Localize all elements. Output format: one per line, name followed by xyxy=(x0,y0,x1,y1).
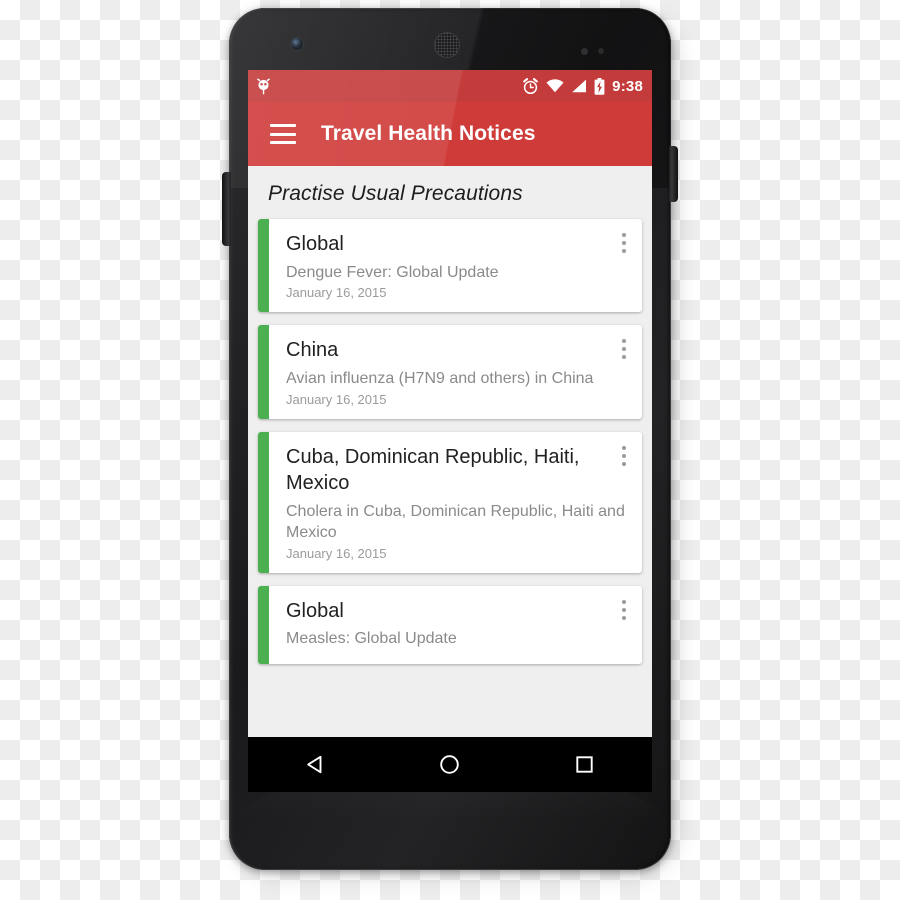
status-bar-clock: 9:38 xyxy=(612,77,643,95)
front-camera-icon xyxy=(291,38,303,50)
battery-charging-icon xyxy=(594,77,605,95)
overflow-menu-icon[interactable] xyxy=(616,599,632,621)
status-bar-system-icons: 9:38 xyxy=(522,77,643,95)
app-bar-title: Travel Health Notices xyxy=(321,122,536,145)
status-bar-notifications xyxy=(256,78,271,95)
notice-date: January 16, 2015 xyxy=(286,545,387,561)
risk-level-accent-bar xyxy=(258,585,269,664)
risk-level-accent-bar xyxy=(258,325,269,419)
risk-level-accent-bar xyxy=(258,219,269,313)
cellular-signal-icon xyxy=(572,79,587,93)
section-header: Practise Usual Precautions xyxy=(268,182,523,205)
notice-location: Global xyxy=(286,233,344,255)
notice-card-body: Cuba, Dominican Republic, Haiti, Mexico … xyxy=(269,432,642,573)
notice-card-body: Global Measles: Global Update xyxy=(269,586,642,664)
alarm-clock-icon xyxy=(523,77,539,94)
notice-card-body: China Avian influenza (H7N9 and others) … xyxy=(269,325,642,418)
notice-card-body: Global Dengue Fever: Global Update Janua… xyxy=(269,219,642,312)
android-bug-notification-icon xyxy=(257,78,270,94)
notice-description: Avian influenza (H7N9 and others) in Chi… xyxy=(286,369,594,387)
home-button[interactable] xyxy=(415,743,485,787)
volume-button[interactable] xyxy=(222,172,231,246)
hamburger-menu-icon[interactable] xyxy=(270,124,296,144)
home-circle-icon xyxy=(440,755,460,774)
recents-square-icon xyxy=(576,756,593,773)
notice-card[interactable]: Global Dengue Fever: Global Update Janua… xyxy=(258,219,642,313)
phone-screen: 9:38 Travel Health Notices Practise Usua… xyxy=(248,70,652,792)
notice-date: January 16, 2015 xyxy=(286,391,387,407)
notice-description: Measles: Global Update xyxy=(286,630,457,648)
overflow-menu-icon[interactable] xyxy=(616,445,632,467)
android-navigation-bar xyxy=(248,737,652,792)
notice-location: Global xyxy=(286,599,344,622)
notice-description: Dengue Fever: Global Update xyxy=(286,263,499,281)
risk-level-accent-bar xyxy=(258,431,269,573)
notice-location: Cuba, Dominican Republic, Haiti, Mexico xyxy=(286,445,580,495)
notice-location: China xyxy=(286,339,339,362)
back-button[interactable] xyxy=(280,743,350,787)
overflow-menu-icon[interactable] xyxy=(616,338,632,360)
power-button[interactable] xyxy=(669,146,678,202)
recents-button[interactable] xyxy=(550,743,620,787)
notice-card[interactable]: Cuba, Dominican Republic, Haiti, Mexico … xyxy=(258,431,642,573)
back-triangle-icon xyxy=(307,755,322,774)
notices-list-scroll-area[interactable]: Practise Usual Precautions Global Dengue… xyxy=(248,166,652,792)
notice-date: January 16, 2015 xyxy=(286,285,387,301)
app-bar: Travel Health Notices xyxy=(248,102,652,166)
overflow-menu-icon[interactable] xyxy=(616,232,632,254)
status-bar: 9:38 xyxy=(248,70,652,102)
ambient-light-sensor-icon xyxy=(598,48,604,54)
notice-card[interactable]: China Avian influenza (H7N9 and others) … xyxy=(258,325,642,419)
earpiece-speaker-icon xyxy=(434,32,460,58)
wifi-icon xyxy=(546,79,564,93)
notice-description: Cholera in Cuba, Dominican Republic, Hai… xyxy=(286,502,625,541)
proximity-sensor-icon xyxy=(581,48,588,55)
notice-card[interactable]: Global Measles: Global Update xyxy=(258,585,642,664)
